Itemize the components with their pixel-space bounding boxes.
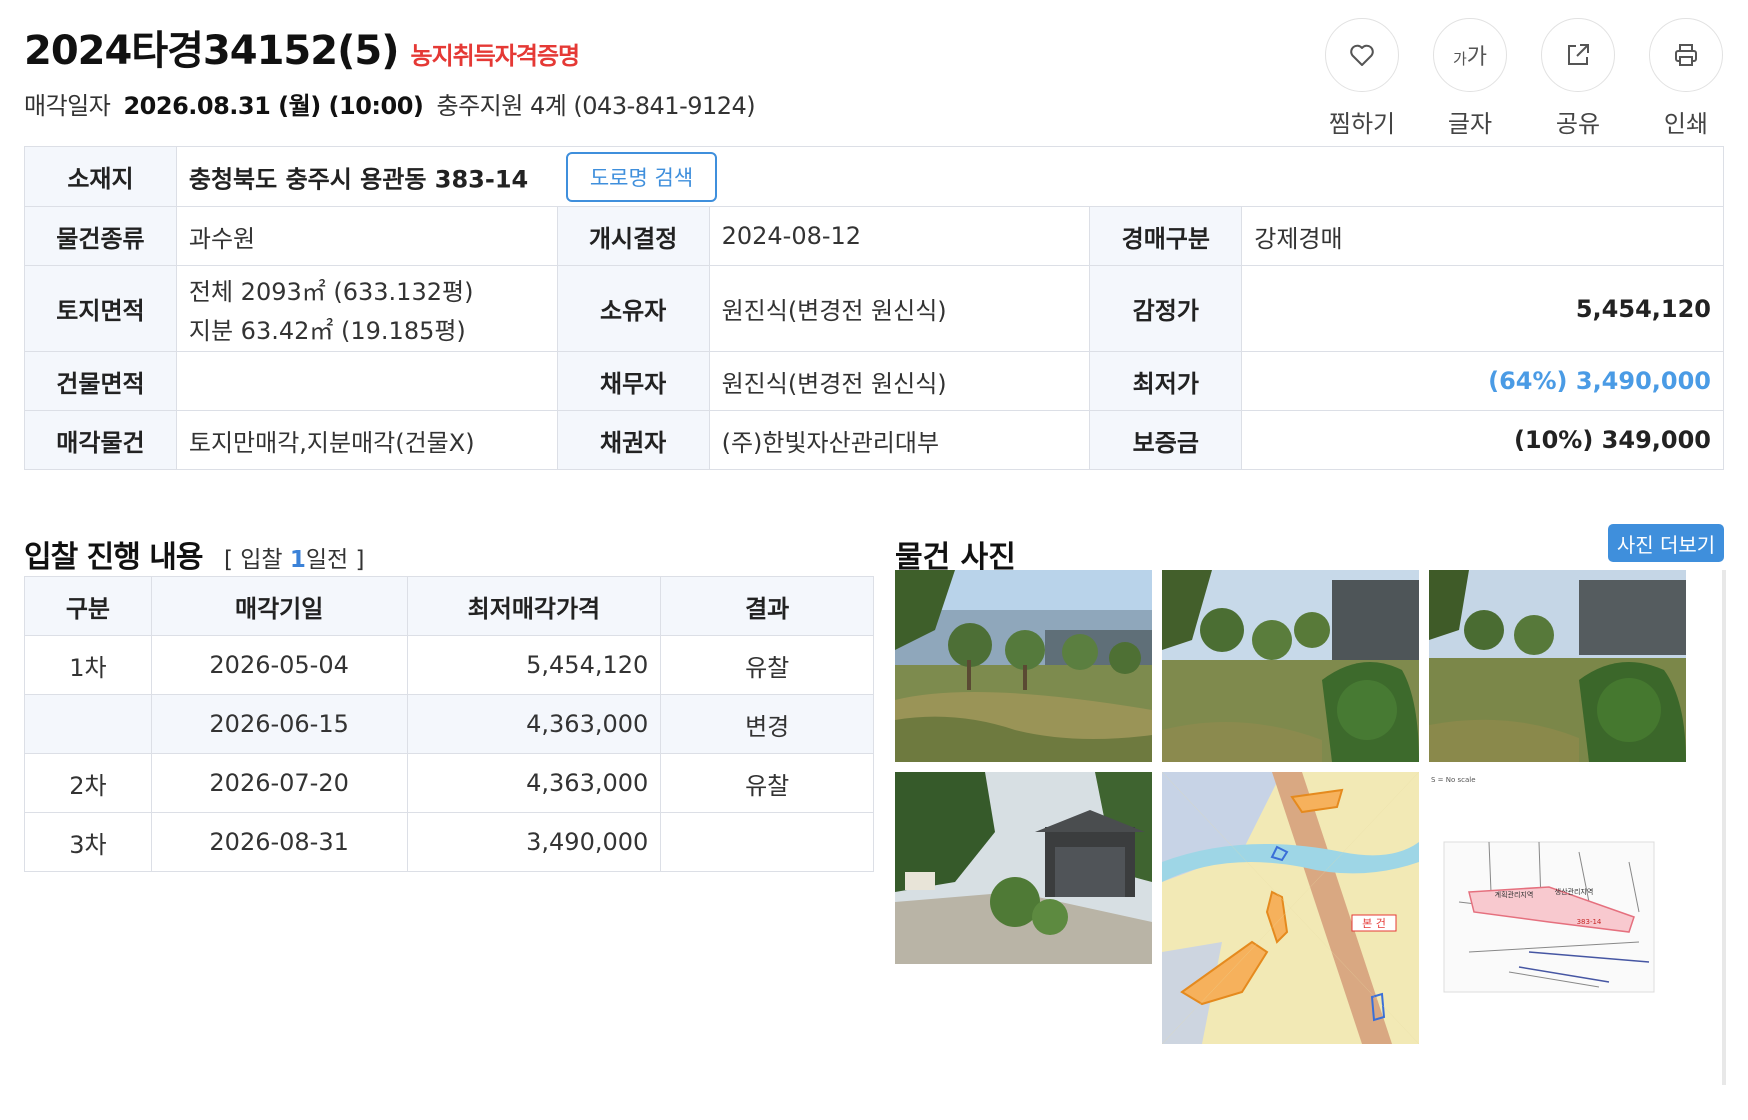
sale-date-label: 매각일자 [24, 92, 111, 120]
orchard-photo-3[interactable] [1429, 570, 1686, 762]
bid-round: 1차 [24, 635, 152, 695]
scale-note: S = No scale [1431, 776, 1476, 784]
type-label: 물건종류 [24, 206, 177, 266]
property-info-table: 소재지 충청북도 충주시 용관동 383-14 도로명 검색 물건종류 과수원 … [24, 146, 1725, 470]
zoning-right-text: 생산관리지역 [1555, 887, 1594, 896]
sale-item-label: 매각물건 [24, 410, 177, 470]
creditor-label: 채권자 [556, 410, 710, 470]
bid-header-date: 매각기일 [150, 576, 408, 636]
bid-round: 3차 [24, 812, 152, 872]
creditor-value: (주)한빛자산관리대부 [708, 410, 1091, 470]
owner-value: 원진식(변경전 원신식) [708, 265, 1091, 352]
case-number: 2024타경34152(5) [24, 28, 399, 74]
zoning-left-text: 계획관리지역 [1495, 890, 1534, 899]
land-area-label: 토지면적 [24, 265, 177, 352]
map-label-text: 본 건 [1362, 917, 1386, 930]
land-area-share: 지분 63.42㎡ (19.185평) [188, 316, 466, 345]
table-row: 3차 2026-08-31 3,490,000 [24, 812, 874, 872]
type-value: 과수원 [175, 206, 558, 266]
action-bar: 찜하기 가가 글자 공유 인쇄 [1324, 18, 1724, 139]
building-photo[interactable] [895, 772, 1152, 964]
sale-date: 2026.08.31 (월) (10:00) [123, 92, 424, 120]
font-size-icon: 가가 [1433, 18, 1507, 92]
bid-result: 변경 [660, 694, 874, 754]
owner-label: 소유자 [556, 265, 710, 352]
location-label: 소재지 [24, 146, 177, 207]
road-search-button[interactable]: 도로명 검색 [565, 151, 718, 202]
bid-days-remaining: [ 입찰 1일전 ] [223, 547, 365, 573]
auction-kind-value: 강제경매 [1241, 206, 1724, 266]
appraisal-value: 5,454,120 [1241, 265, 1724, 352]
debtor-value: 원진식(변경전 원신식) [708, 351, 1091, 411]
start-label: 개시결정 [556, 206, 710, 266]
bid-header-price: 최저매각가격 [406, 576, 662, 636]
bid-round [24, 694, 152, 754]
bid-price: 4,363,000 [406, 694, 662, 754]
case-title-line: 2024타경34152(5) 농지취득자격증명 [24, 18, 761, 76]
zoning-map[interactable]: S = No scale 383-14 계획관리지역 생산관리지역 [1429, 772, 1686, 1044]
bid-header-result: 결과 [660, 576, 874, 636]
table-row: 2차 2026-07-20 4,363,000 유찰 [24, 753, 874, 813]
share-button[interactable]: 공유 [1540, 18, 1616, 139]
bid-result: 유찰 [660, 635, 874, 695]
min-price-label: 최저가 [1089, 351, 1243, 411]
bid-section-title: 입찰 진행 내용 [ 입찰 1일전 ] [24, 532, 365, 576]
bid-round: 2차 [24, 753, 152, 813]
building-area-label: 건물면적 [24, 351, 177, 411]
building-area-value [175, 351, 558, 411]
court-info: 충주지원 4계 (043-841-9124) [436, 92, 756, 120]
bid-date: 2026-05-04 [150, 635, 408, 695]
bid-title-text: 입찰 진행 내용 [24, 540, 203, 575]
font-size-button[interactable]: 가가 글자 [1432, 18, 1508, 139]
bid-history-table: 구분 매각기일 최저매각가격 결과 1차 2026-05-04 5,454,12… [24, 576, 874, 872]
land-area-total: 전체 2093㎡ (633.132평) [188, 277, 474, 306]
more-photos-button[interactable]: 사진 더보기 [1608, 524, 1724, 562]
bid-date: 2026-07-20 [150, 753, 408, 813]
photo-scrollbar[interactable] [1722, 570, 1726, 1085]
location-cell: 충청북도 충주시 용관동 383-14 도로명 검색 [175, 146, 1725, 207]
farm-permit-badge: 농지취득자격증명 [410, 42, 580, 70]
sale-info-line: 매각일자 2026.08.31 (월) (10:00) 충주지원 4계 (043… [24, 86, 761, 121]
orchard-photo-1[interactable] [895, 570, 1152, 762]
debtor-label: 채무자 [556, 351, 710, 411]
bid-price: 3,490,000 [406, 812, 662, 872]
bid-result [660, 812, 874, 872]
bid-date: 2026-08-31 [150, 812, 408, 872]
print-label: 인쇄 [1663, 110, 1709, 138]
cadastral-map[interactable]: 본 건 [1162, 772, 1419, 1044]
favorite-button[interactable]: 찜하기 [1324, 18, 1400, 139]
case-header: 2024타경34152(5) 농지취득자격증명 매각일자 2026.08.31 … [24, 18, 761, 121]
bid-result: 유찰 [660, 753, 874, 813]
favorite-label: 찜하기 [1328, 110, 1396, 138]
sale-item-value: 토지만매각,지분매각(건물X) [175, 410, 558, 470]
land-area-value: 전체 2093㎡ (633.132평) 지분 63.42㎡ (19.185평) [175, 265, 558, 352]
bid-price: 5,454,120 [406, 635, 662, 695]
appraisal-label: 감정가 [1089, 265, 1243, 352]
orchard-photo-2[interactable] [1162, 570, 1419, 762]
location-address: 충청북도 충주시 용관동 383-14 [188, 165, 529, 193]
table-row: 1차 2026-05-04 5,454,120 유찰 [24, 635, 874, 695]
auction-kind-label: 경매구분 [1089, 206, 1243, 266]
print-icon [1649, 18, 1723, 92]
print-button[interactable]: 인쇄 [1648, 18, 1724, 139]
bid-header-round: 구분 [24, 576, 152, 636]
min-price-value: (64%) 3,490,000 [1241, 351, 1724, 411]
heart-icon [1325, 18, 1399, 92]
zoning-lot-text: 383-14 [1577, 918, 1602, 926]
share-label: 공유 [1555, 110, 1601, 138]
table-row: 2026-06-15 4,363,000 변경 [24, 694, 874, 754]
deposit-value: (10%) 349,000 [1241, 410, 1724, 470]
photo-grid: 본 건 S = No scale 383-14 계획관리지역 생산관리지역 [895, 570, 1725, 1085]
font-size-label: 글자 [1447, 110, 1493, 138]
start-value: 2024-08-12 [708, 206, 1091, 266]
bid-price: 4,363,000 [406, 753, 662, 813]
share-icon [1541, 18, 1615, 92]
deposit-label: 보증금 [1089, 410, 1243, 470]
bid-date: 2026-06-15 [150, 694, 408, 754]
